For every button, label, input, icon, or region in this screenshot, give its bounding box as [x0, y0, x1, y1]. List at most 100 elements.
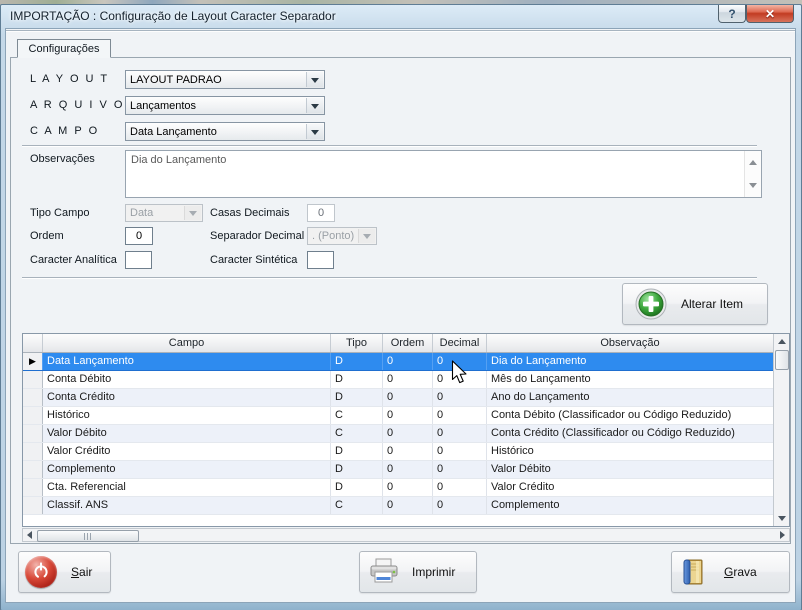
header-observacao[interactable]: Observação [487, 334, 773, 352]
sair-button[interactable]: Sair [18, 551, 111, 593]
table-row[interactable]: HistóricoC00Conta Débito (Classificador … [23, 407, 773, 425]
row-marker [23, 371, 43, 388]
chevron-down-icon [306, 98, 323, 113]
cell-decimal: 0 [433, 461, 487, 478]
cell-tipo: D [331, 389, 383, 406]
grid-content: Campo Tipo Ordem Decimal Observação ▶Dat… [23, 334, 773, 526]
imprimir-label: Imprimir [412, 565, 455, 579]
cell-ordem: 0 [383, 425, 433, 442]
cell-tipo: D [331, 461, 383, 478]
casas-decimais-field [307, 204, 335, 222]
grid-vertical-scrollbar[interactable] [773, 334, 789, 526]
layout-label: L A Y O U T [30, 73, 109, 85]
table-row[interactable]: Valor DébitoC00Conta Crédito (Classifica… [23, 425, 773, 443]
cell-observacao: Mês do Lançamento [487, 371, 773, 388]
table-header: Campo Tipo Ordem Decimal Observação [23, 334, 773, 353]
cell-observacao: Histórico [487, 443, 773, 460]
campo-select[interactable]: Data Lançamento [125, 122, 325, 141]
row-marker [23, 389, 43, 406]
table-row[interactable]: Conta CréditoD00Ano do Lançamento [23, 389, 773, 407]
layout-select[interactable]: LAYOUT PADRAO [125, 70, 325, 89]
window-title: IMPORTAÇÃO : Configuração de Layout Cara… [10, 9, 336, 23]
scroll-right-icon[interactable] [776, 529, 789, 541]
cell-campo: Classif. ANS [43, 497, 331, 514]
grava-button[interactable]: Grava [671, 551, 790, 593]
horizontal-scroll-thumb[interactable] [37, 530, 139, 542]
cell-tipo: D [331, 353, 383, 370]
caracter-sintetica-field[interactable] [307, 251, 334, 269]
header-decimal[interactable]: Decimal [433, 334, 487, 352]
caracter-analitica-label: Caracter Analítica [30, 254, 117, 266]
ordem-label: Ordem [30, 230, 64, 242]
grava-label: Grava [724, 565, 757, 579]
chevron-down-icon [358, 229, 375, 243]
table-row[interactable]: Classif. ANSC00Complemento [23, 497, 773, 515]
tipo-campo-label: Tipo Campo [30, 207, 90, 219]
divider [6, 30, 795, 32]
casas-decimais-label: Casas Decimais [210, 207, 289, 219]
caracter-analitica-field[interactable] [125, 251, 152, 269]
imprimir-button[interactable]: Imprimir [359, 551, 477, 593]
cell-decimal: 0 [433, 497, 487, 514]
cell-campo: Valor Crédito [43, 443, 331, 460]
scroll-up-icon [749, 156, 757, 165]
ordem-field[interactable] [125, 227, 153, 245]
cell-tipo: C [331, 497, 383, 514]
observacoes-value: Dia do Lançamento [131, 154, 226, 166]
cell-ordem: 0 [383, 497, 433, 514]
grid-horizontal-scrollbar[interactable] [22, 528, 790, 542]
table-row[interactable]: Valor CréditoD00Histórico [23, 443, 773, 461]
cell-campo: Data Lançamento [43, 353, 331, 370]
textarea-scrollbar[interactable] [744, 151, 761, 197]
tipo-campo-value: Data [130, 207, 153, 219]
cell-tipo: D [331, 479, 383, 496]
cell-observacao: Complemento [487, 497, 773, 514]
screen: IMPORTAÇÃO : Configuração de Layout Cara… [0, 0, 802, 610]
header-ordem[interactable]: Ordem [383, 334, 433, 352]
cell-ordem: 0 [383, 407, 433, 424]
cell-decimal: 0 [433, 479, 487, 496]
table-row[interactable]: Cta. ReferencialD00Valor Crédito [23, 479, 773, 497]
close-button[interactable]: ✕ [746, 5, 794, 23]
cell-observacao: Conta Débito (Classificador ou Código Re… [487, 407, 773, 424]
cell-tipo: C [331, 425, 383, 442]
cell-tipo: D [331, 371, 383, 388]
row-marker [23, 479, 43, 496]
cell-ordem: 0 [383, 353, 433, 370]
campo-value: Data Lançamento [130, 126, 217, 138]
cell-decimal: 0 [433, 443, 487, 460]
row-marker [23, 443, 43, 460]
chevron-down-icon [184, 206, 201, 220]
campo-label: C A M P O [30, 125, 99, 137]
printer-icon [368, 558, 400, 586]
table-row[interactable]: Conta DébitoD00Mês do Lançamento [23, 371, 773, 389]
table-row[interactable]: ComplementoD00Valor Débito [23, 461, 773, 479]
close-icon: ✕ [765, 7, 775, 21]
arquivo-select[interactable]: Lançamentos [125, 96, 325, 115]
observacoes-textarea[interactable]: Dia do Lançamento [125, 150, 762, 198]
tipo-campo-select: Data [125, 204, 203, 222]
help-button[interactable]: ? [718, 5, 746, 23]
row-marker [23, 461, 43, 478]
scroll-down-icon[interactable] [774, 511, 789, 526]
cell-decimal: 0 [433, 407, 487, 424]
table-row[interactable]: ▶Data LançamentoD00Dia do Lançamento [23, 353, 773, 371]
cell-ordem: 0 [383, 389, 433, 406]
scroll-up-icon[interactable] [774, 334, 789, 349]
header-campo[interactable]: Campo [43, 334, 331, 352]
tab-configuracoes[interactable]: Configurações [17, 39, 111, 58]
row-marker [23, 497, 43, 514]
cell-campo: Cta. Referencial [43, 479, 331, 496]
cell-observacao: Valor Débito [487, 461, 773, 478]
plus-icon [635, 288, 667, 320]
alterar-item-button[interactable]: Alterar Item [622, 283, 768, 325]
power-icon [25, 556, 57, 588]
scroll-left-icon[interactable] [23, 529, 36, 541]
cell-ordem: 0 [383, 479, 433, 496]
arquivo-value: Lançamentos [130, 100, 196, 112]
divider [22, 145, 757, 147]
header-tipo[interactable]: Tipo [331, 334, 383, 352]
vertical-scroll-thumb[interactable] [775, 350, 789, 370]
cell-decimal: 0 [433, 425, 487, 442]
alterar-item-label: Alterar Item [681, 297, 743, 311]
